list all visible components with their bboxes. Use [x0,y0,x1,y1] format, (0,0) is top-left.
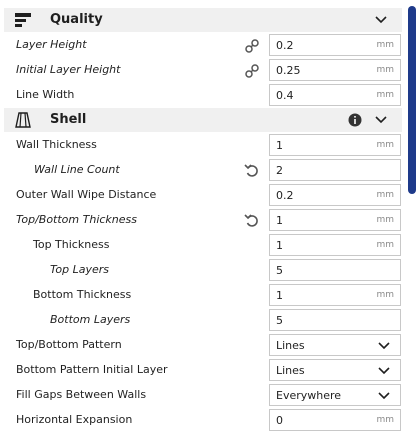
section-header-quality[interactable]: Quality [4,8,402,32]
chevron-down-icon [378,342,390,350]
shell-icon [15,112,31,128]
wall-thickness-input[interactable]: 1 mm [269,134,401,156]
bottom-thickness-input[interactable]: 1 mm [269,284,401,306]
wall-line-count-input[interactable]: 2 [269,159,401,181]
field-value: 1 [276,214,283,227]
setting-label: Outer Wall Wipe Distance [16,188,157,201]
link-icon[interactable] [244,38,260,54]
setting-row-bottom-layers: Bottom Layers 5 [0,308,404,333]
setting-label: Layer Height [16,38,87,51]
field-unit: mm [376,90,394,100]
setting-label: Fill Gaps Between Walls [16,388,147,401]
print-settings-panel: Quality Layer Height 0.2 mm Initial Laye… [0,0,404,432]
section-title-quality: Quality [50,12,103,27]
setting-row-bottom-pattern-initial-layer: Bottom Pattern Initial Layer Lines [0,358,404,383]
select-value: Lines [276,364,305,377]
setting-label: Wall Line Count [34,163,120,176]
chevron-down-icon [378,392,390,400]
setting-label: Bottom Layers [50,313,131,326]
setting-row-bottom-thickness: Bottom Thickness 1 mm [0,283,404,308]
setting-row-top-bottom-pattern: Top/Bottom Pattern Lines [0,333,404,358]
setting-label: Line Width [16,88,75,101]
setting-row-fill-gaps-between-walls: Fill Gaps Between Walls Everywhere [0,383,404,408]
quality-layers-icon [15,13,31,27]
setting-label: Bottom Thickness [33,288,132,301]
field-value: 5 [276,264,283,277]
chevron-down-icon[interactable] [374,13,388,27]
field-value: 1 [276,289,283,302]
bottom-pattern-initial-layer-select[interactable]: Lines [269,359,401,381]
field-value: 1 [276,239,283,252]
setting-row-wall-thickness: Wall Thickness 1 mm [0,133,404,158]
setting-row-horizontal-expansion: Horizontal Expansion 0 mm [0,408,404,433]
setting-row-layer-height: Layer Height 0.2 mm [0,33,404,58]
setting-row-outer-wall-wipe-distance: Outer Wall Wipe Distance 0.2 mm [0,183,404,208]
initial-layer-height-input[interactable]: 0.25 mm [269,59,401,81]
link-icon[interactable] [244,63,260,79]
field-unit: mm [376,40,394,50]
vertical-scrollbar[interactable] [408,6,416,194]
setting-row-top-thickness: Top Thickness 1 mm [0,233,404,258]
field-unit: mm [376,140,394,150]
setting-label: Top/Bottom Pattern [16,338,122,351]
setting-label: Wall Thickness [16,138,97,151]
reset-icon[interactable] [244,213,260,229]
select-value: Lines [276,339,305,352]
setting-row-top-layers: Top Layers 5 [0,258,404,283]
line-width-input[interactable]: 0.4 mm [269,84,401,106]
top-bottom-thickness-input[interactable]: 1 mm [269,209,401,231]
field-unit: mm [376,240,394,250]
top-bottom-pattern-select[interactable]: Lines [269,334,401,356]
setting-label: Horizontal Expansion [16,413,133,426]
select-value: Everywhere [276,389,342,402]
info-icon[interactable] [348,113,362,127]
setting-label: Initial Layer Height [16,63,121,76]
field-unit: mm [376,190,394,200]
layer-height-input[interactable]: 0.2 mm [269,34,401,56]
setting-row-wall-line-count: Wall Line Count 2 [0,158,404,183]
field-unit: mm [376,65,394,75]
fill-gaps-between-walls-select[interactable]: Everywhere [269,384,401,406]
setting-row-top-bottom-thickness: Top/Bottom Thickness 1 mm [0,208,404,233]
field-value: 1 [276,139,283,152]
field-value: 0.2 [276,39,294,52]
setting-label: Bottom Pattern Initial Layer [16,363,168,376]
field-value: 0.25 [276,64,301,77]
field-value: 2 [276,164,283,177]
field-value: 0.4 [276,89,294,102]
horizontal-expansion-input[interactable]: 0 mm [269,409,401,431]
field-value: 5 [276,314,283,327]
setting-label: Top/Bottom Thickness [16,213,137,226]
field-value: 0 [276,414,283,427]
field-unit: mm [376,415,394,425]
section-title-shell: Shell [50,112,87,127]
setting-row-initial-layer-height: Initial Layer Height 0.25 mm [0,58,404,83]
chevron-down-icon [378,367,390,375]
section-header-shell[interactable]: Shell [4,108,402,132]
top-layers-input[interactable]: 5 [269,259,401,281]
field-unit: mm [376,290,394,300]
reset-icon[interactable] [244,163,260,179]
field-value: 0.2 [276,189,294,202]
chevron-down-icon[interactable] [374,113,388,127]
setting-label: Top Layers [50,263,109,276]
field-unit: mm [376,215,394,225]
bottom-layers-input[interactable]: 5 [269,309,401,331]
outer-wall-wipe-distance-input[interactable]: 0.2 mm [269,184,401,206]
setting-label: Top Thickness [33,238,110,251]
setting-row-line-width: Line Width 0.4 mm [0,83,404,108]
top-thickness-input[interactable]: 1 mm [269,234,401,256]
